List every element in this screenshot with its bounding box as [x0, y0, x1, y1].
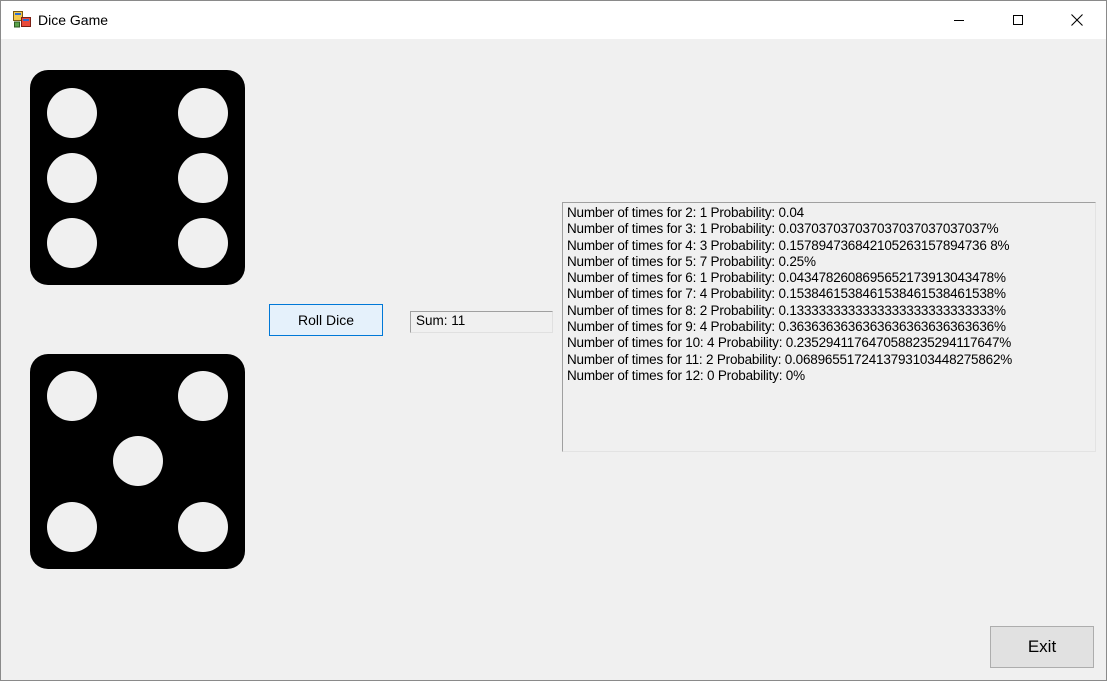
- die-pip: [178, 218, 228, 268]
- close-button[interactable]: [1048, 1, 1106, 39]
- result-line: Number of times for 3: 1 Probability: 0.…: [567, 221, 999, 237]
- result-line: Number of times for 2: 1 Probability: 0.…: [567, 205, 804, 220]
- die-pip: [47, 502, 97, 552]
- die-pip: [47, 218, 97, 268]
- sum-label: Sum: 11: [410, 311, 553, 333]
- result-line: Number of times for 12: 0 Probability: 0…: [567, 367, 805, 383]
- result-line: Number of times for 10: 4 Probability: 0…: [567, 335, 1012, 351]
- die-one-picture: [30, 70, 245, 285]
- die-pip: [178, 502, 228, 552]
- dice-game-window: Dice Game Roll Dice Sum: 11 Number of ti…: [0, 0, 1107, 681]
- die-pip: [113, 436, 163, 486]
- close-icon: [1071, 14, 1083, 26]
- die-two-picture: [30, 354, 245, 569]
- die-pip: [178, 371, 228, 421]
- result-line: Number of times for 9: 4 Probability: 0.…: [567, 319, 1006, 335]
- die-pip: [178, 153, 228, 203]
- minimize-button[interactable]: [930, 1, 988, 39]
- result-line: Number of times for 6: 1 Probability: 0.…: [567, 270, 1006, 286]
- result-line: Number of times for 5: 7 Probability: 0.…: [567, 253, 816, 269]
- roll-dice-button[interactable]: Roll Dice: [269, 304, 383, 336]
- die-pip: [47, 371, 97, 421]
- window-title: Dice Game: [38, 12, 109, 28]
- maximize-icon: [1013, 15, 1023, 25]
- results-listbox[interactable]: Number of times for 2: 1 Probability: 0.…: [562, 202, 1096, 452]
- exit-button[interactable]: Exit: [990, 626, 1094, 668]
- result-line: Number of times for 8: 2 Probability: 0.…: [567, 302, 1006, 318]
- result-line: Number of times for 11: 2 Probability: 0…: [567, 351, 1013, 367]
- die-pip: [178, 88, 228, 138]
- app-icon: [13, 11, 31, 29]
- die-pip: [47, 153, 97, 203]
- die-pip: [47, 88, 97, 138]
- maximize-button[interactable]: [989, 1, 1047, 39]
- result-line: Number of times for 7: 4 Probability: 0.…: [567, 286, 1006, 302]
- title-bar[interactable]: Dice Game: [1, 1, 1106, 39]
- minimize-icon: [954, 20, 964, 21]
- result-line: Number of times for 4: 3 Probability: 0.…: [567, 237, 1010, 253]
